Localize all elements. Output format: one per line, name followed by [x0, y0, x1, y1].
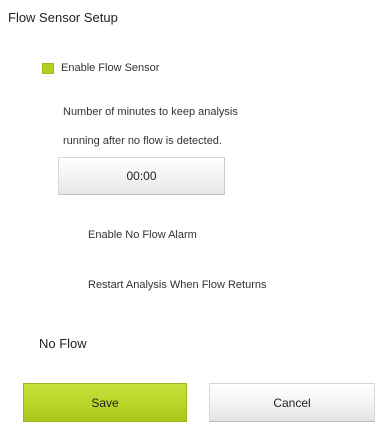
save-button-label: Save: [91, 395, 119, 410]
cancel-button-label: Cancel: [273, 395, 311, 410]
minutes-time-input[interactable]: 00:00: [58, 157, 225, 195]
save-button[interactable]: Save: [23, 383, 187, 422]
enable-flow-sensor-label: Enable Flow Sensor: [61, 62, 160, 74]
enable-flow-sensor-checkbox[interactable]: [42, 62, 54, 74]
enable-flow-sensor-toggle[interactable]: Enable Flow Sensor: [42, 62, 159, 74]
cancel-button[interactable]: Cancel: [209, 383, 375, 422]
minutes-description-line-2: running after no flow is detected.: [63, 135, 222, 147]
restart-analysis-option[interactable]: Restart Analysis When Flow Returns: [88, 279, 267, 291]
enable-no-flow-alarm-option[interactable]: Enable No Flow Alarm: [88, 229, 197, 241]
minutes-description-line-1: Number of minutes to keep analysis: [63, 106, 238, 118]
page-title: Flow Sensor Setup: [8, 10, 118, 25]
flow-status-text: No Flow: [39, 336, 87, 351]
minutes-time-value: 00:00: [126, 169, 157, 183]
